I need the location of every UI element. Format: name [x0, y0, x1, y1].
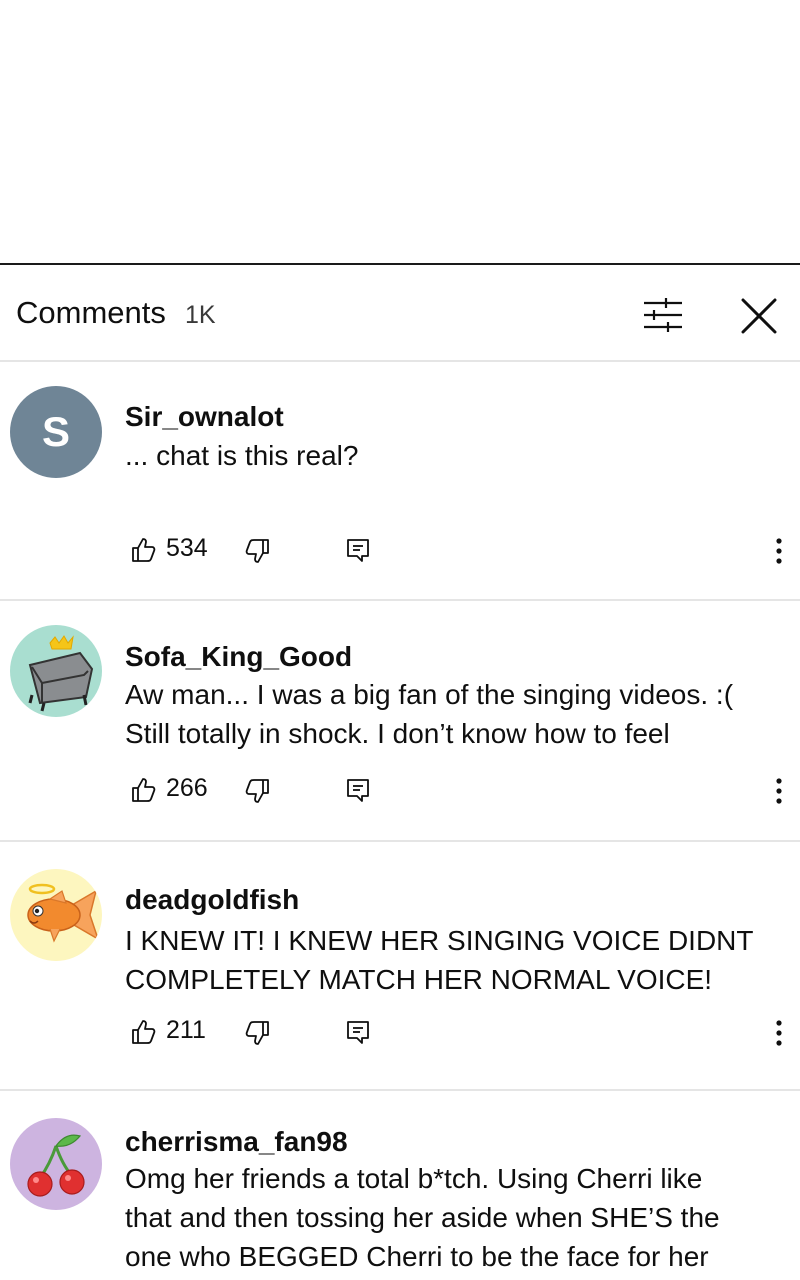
comment-username[interactable]: cherrisma_fan98 — [125, 1126, 348, 1158]
comment-text-line: one who BEGGED Cherri to be the face for… — [125, 1241, 709, 1272]
cherries-icon — [27, 1134, 85, 1197]
avatar[interactable] — [10, 1118, 102, 1210]
goldfish-with-halo-icon — [27, 883, 100, 943]
comment-item: S Sir_ownalot ... chat is this real? 534 — [0, 362, 800, 599]
reply-icon[interactable] — [345, 1019, 371, 1045]
reply-icon[interactable] — [345, 537, 371, 563]
comment-username[interactable]: deadgoldfish — [125, 884, 299, 916]
like-count: 266 — [166, 774, 208, 802]
sort-filter-icon[interactable] — [640, 295, 686, 335]
comment-text: I KNEW IT! I KNEW HER SINGING VOICE DIDN… — [125, 921, 785, 999]
comment-item: cherrisma_fan98 Omg her friends a total … — [0, 1091, 800, 1280]
like-icon[interactable] — [130, 776, 158, 804]
avatar[interactable] — [10, 625, 102, 717]
like-count: 534 — [166, 534, 208, 562]
comment-text: Omg her friends a total b*tch. Using Che… — [125, 1159, 785, 1276]
more-options-icon[interactable] — [770, 775, 788, 807]
comment-item: Sofa_King_Good Aw man... I was a big fan… — [0, 601, 800, 840]
comment-item: deadgoldfish I KNEW IT! I KNEW HER SINGI… — [0, 842, 800, 1089]
like-icon[interactable] — [130, 536, 158, 564]
like-count: 211 — [166, 1016, 206, 1044]
comment-actions: 266 — [0, 772, 800, 812]
comment-text-line: Still totally in shock. I don’t know how… — [125, 718, 670, 749]
comment-text-line: Aw man... I was a big fan of the singing… — [125, 679, 734, 710]
dislike-icon[interactable] — [243, 1019, 271, 1047]
comment-text-line: Omg her friends a total b*tch. Using Che… — [125, 1163, 703, 1194]
comment-text-line: that and then tossing her aside when SHE… — [125, 1202, 720, 1233]
comment-username[interactable]: Sir_ownalot — [125, 401, 284, 433]
comment-username[interactable]: Sofa_King_Good — [125, 641, 352, 673]
dislike-icon[interactable] — [243, 537, 271, 565]
comments-header: Comments 1K — [0, 265, 800, 360]
comment-actions: 211 — [0, 1014, 800, 1054]
dislike-icon[interactable] — [243, 777, 271, 805]
comments-title: Comments — [16, 295, 166, 330]
comments-count: 1K — [185, 301, 216, 329]
comment-text: ... chat is this real? — [125, 440, 359, 471]
more-options-icon[interactable] — [770, 1017, 788, 1049]
comment-text: Aw man... I was a big fan of the singing… — [125, 675, 785, 753]
more-options-icon[interactable] — [770, 535, 788, 567]
reply-icon[interactable] — [345, 777, 371, 803]
like-icon[interactable] — [130, 1018, 158, 1046]
close-icon[interactable] — [738, 295, 780, 337]
comment-actions: 534 — [0, 532, 800, 572]
avatar-letter: S — [41, 408, 70, 455]
comment-text-line: COMPLETELY MATCH HER NORMAL VOICE! — [125, 964, 713, 995]
avatar[interactable]: S — [10, 386, 102, 478]
avatar[interactable] — [10, 869, 102, 961]
comment-text-line: I KNEW IT! I KNEW HER SINGING VOICE DIDN… — [125, 925, 754, 956]
armchair-with-crown-icon — [28, 635, 94, 712]
video-area-blank — [0, 0, 800, 263]
